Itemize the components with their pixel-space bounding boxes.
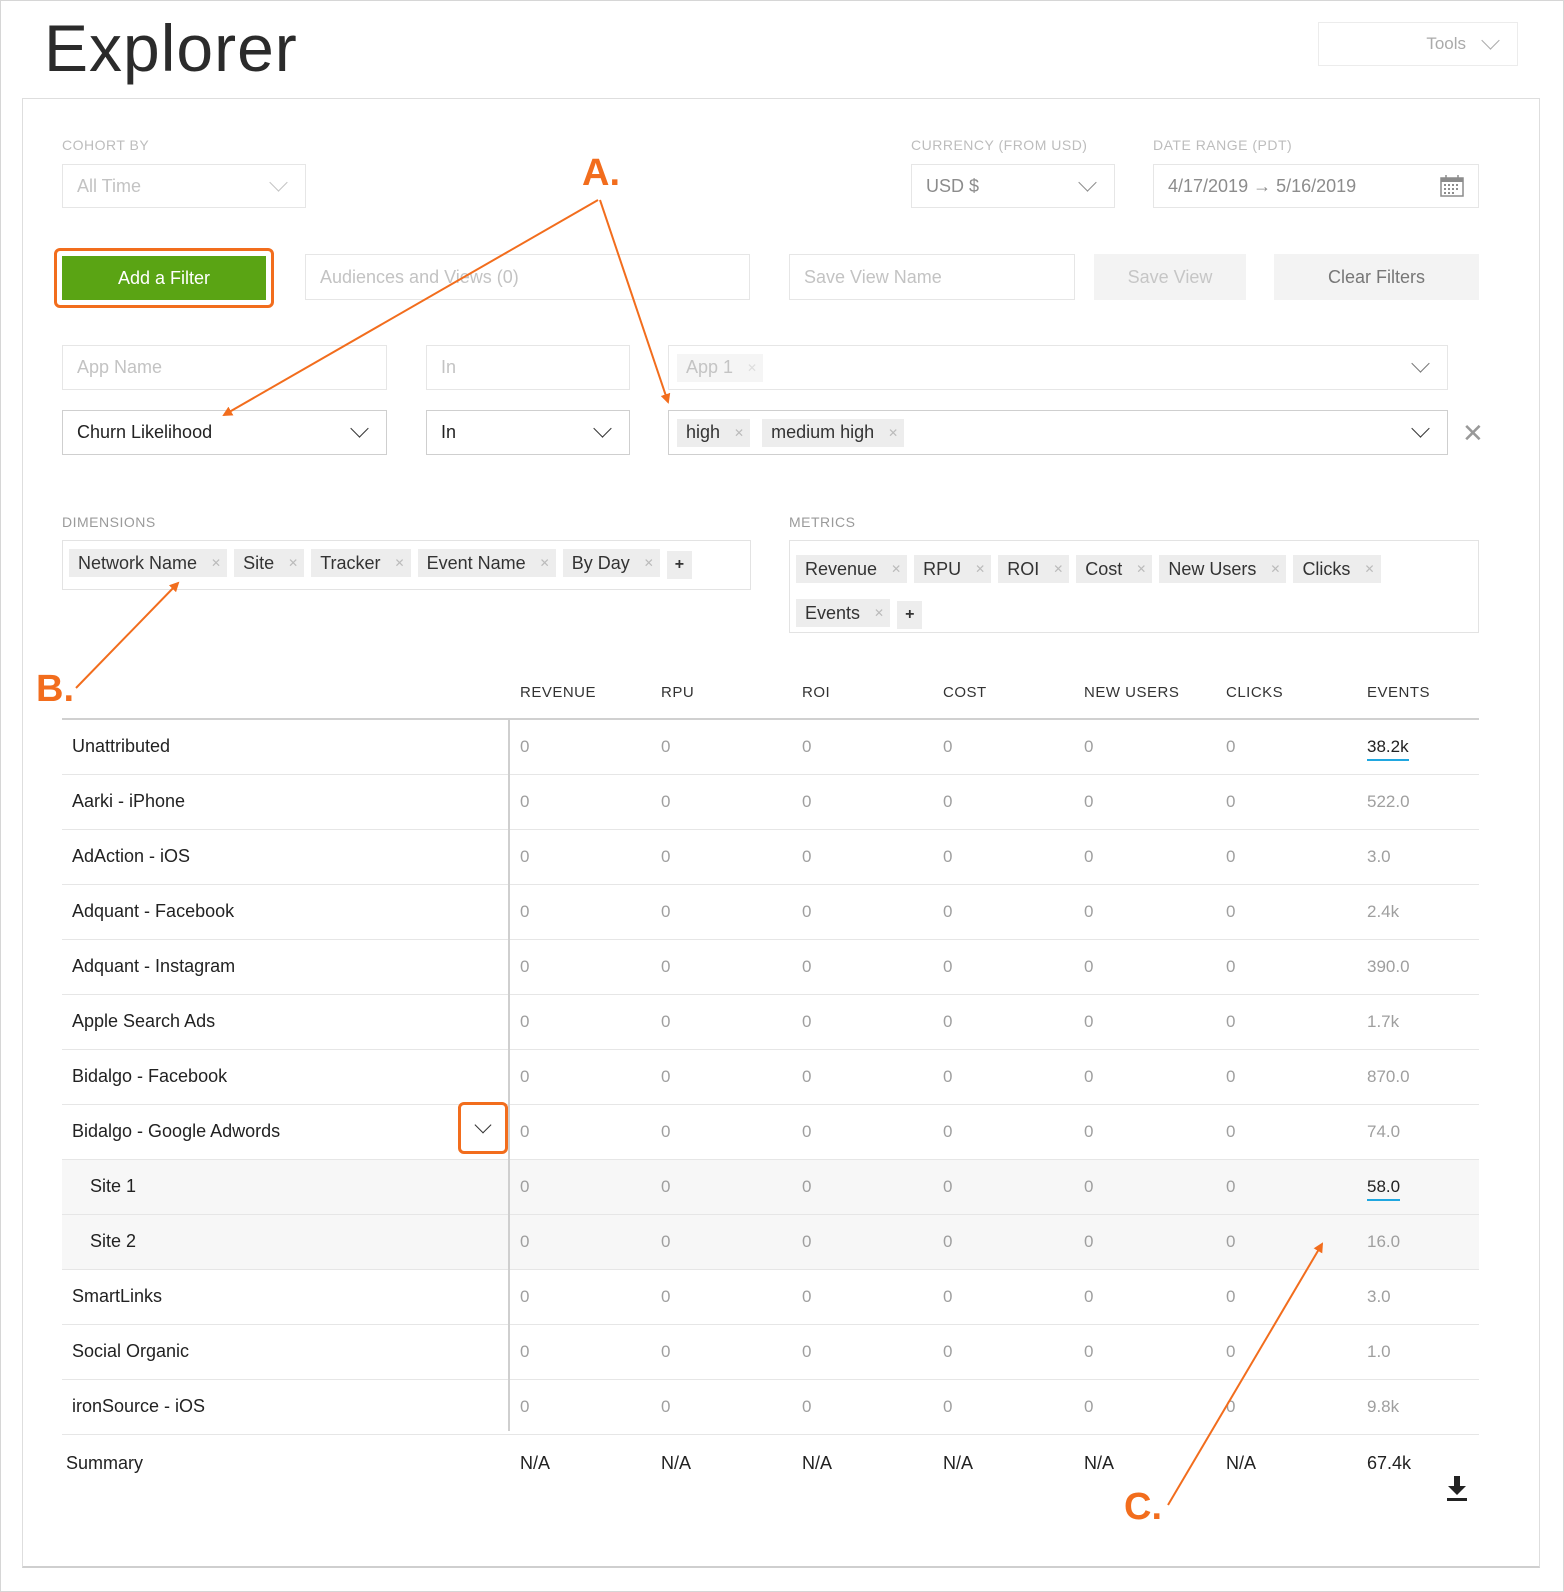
annotation-label-a: A. <box>582 152 620 194</box>
annotation-arrow-b <box>75 581 180 689</box>
annotation-arrows <box>75 199 1324 1506</box>
annotation-label-c: C. <box>1124 1486 1162 1528</box>
annotation-arrow-a-left <box>222 199 599 416</box>
annotation-arrow-c <box>1167 1242 1324 1506</box>
annotation-label-b: B. <box>36 668 74 710</box>
annotation-arrow-a-right <box>599 199 671 404</box>
